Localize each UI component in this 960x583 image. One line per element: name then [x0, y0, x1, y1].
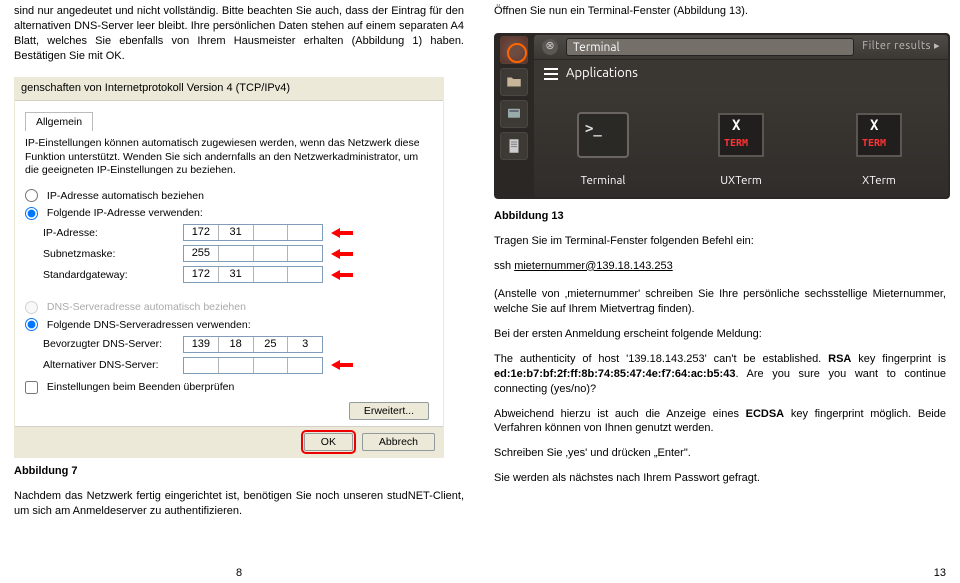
tcpip-dialog: genschaften von Internetprotokoll Versio…: [14, 77, 444, 458]
arrow-icon: [331, 227, 353, 239]
search-input[interactable]: Terminal: [566, 38, 854, 56]
dialog-hint: IP-Einstellungen können automatisch zuge…: [25, 137, 433, 176]
ok-button[interactable]: OK: [304, 433, 353, 451]
p-ecdsa: Abweichend hierzu ist auch die Anzeige e…: [494, 407, 946, 437]
radio-dns-auto: DNS-Serveradresse automatisch beziehen: [25, 300, 433, 314]
p-yes: Schreiben Sie ‚yes' und drücken „Enter".: [494, 446, 946, 461]
chk-verify[interactable]: [25, 381, 38, 394]
cancel-button[interactable]: Abbrech: [362, 433, 435, 451]
radio-ip-auto-label: IP-Adresse automatisch beziehen: [47, 190, 204, 202]
radio-dns-manual-input[interactable]: [25, 318, 38, 331]
category-applications: Applications: [533, 60, 949, 88]
uxterm-icon: [718, 113, 764, 157]
tile-terminal[interactable]: Terminal: [534, 103, 672, 189]
chk-row[interactable]: Einstellungen beim Beenden überprüfen: [25, 380, 433, 394]
close-icon[interactable]: ⊗: [542, 39, 558, 55]
gw-label: Standardgateway:: [43, 268, 183, 282]
arrow-icon: [331, 359, 353, 371]
ssh-link: mieternummer@139.18.143.253: [514, 260, 673, 272]
figure13-caption: Abbildung 13: [494, 209, 946, 224]
figure7-caption: Abbildung 7: [14, 464, 464, 479]
radio-ip-auto-input[interactable]: [25, 189, 38, 202]
dialog-title: genschaften von Internetprotokoll Versio…: [15, 78, 443, 101]
p-first: Bei der ersten Anmeldung erscheint folge…: [494, 327, 946, 342]
ip-row: IP-Adresse: 17231: [43, 224, 433, 241]
dns2-label: Alternativer DNS-Server:: [43, 358, 183, 372]
radio-ip-manual-input[interactable]: [25, 207, 38, 220]
radio-ip-auto[interactable]: IP-Adresse automatisch beziehen: [25, 189, 433, 203]
ubuntu-dash: ⊗ Terminal Filter results ▸ Applications…: [494, 33, 950, 199]
right-open: Öffnen Sie nun ein Terminal-Fenster (Abb…: [494, 4, 946, 19]
category-icon: [544, 68, 558, 80]
arrow-icon: [331, 269, 353, 281]
left-intro: sind nur angedeutet und nicht vollständi…: [14, 4, 464, 63]
files-icon[interactable]: [500, 68, 528, 96]
doc-icon[interactable]: [500, 132, 528, 160]
left-after: Nachdem das Netzwerk fertig eingerichtet…: [14, 489, 464, 519]
dash-icon[interactable]: [500, 36, 528, 64]
right-type-cmd: Tragen Sie im Terminal-Fenster folgenden…: [494, 234, 946, 249]
dns2-row: Alternativer DNS-Server:: [43, 357, 433, 374]
filter-results[interactable]: Filter results ▸: [862, 39, 940, 54]
arrow-icon: [331, 248, 353, 260]
radio-dns-auto-label: DNS-Serveradresse automatisch beziehen: [47, 301, 246, 313]
dns2-input[interactable]: [183, 357, 323, 374]
mask-label: Subnetzmaske:: [43, 247, 183, 261]
page-number-right: 13: [934, 567, 946, 579]
tile-uxterm[interactable]: UXTerm: [672, 103, 810, 189]
app-icon[interactable]: [500, 100, 528, 128]
radio-ip-manual-label: Folgende IP-Adresse verwenden:: [47, 207, 203, 219]
chk-verify-label: Einstellungen beim Beenden überprüfen: [47, 381, 234, 393]
ip-input[interactable]: 17231: [183, 224, 323, 241]
tab-allgemein[interactable]: Allgemein: [25, 112, 93, 131]
ssh-command: ssh mieternummer@139.18.143.253: [494, 259, 946, 274]
radio-ip-manual[interactable]: Folgende IP-Adresse verwenden:: [25, 206, 433, 220]
page-number-left: 8: [236, 567, 242, 579]
ubuntu-launcher: [498, 34, 530, 202]
dns1-row: Bevorzugter DNS-Server: 13918253: [43, 336, 433, 353]
gw-input[interactable]: 17231: [183, 266, 323, 283]
terminal-icon: [577, 112, 629, 158]
radio-dns-manual[interactable]: Folgende DNS-Serveradressen verwenden:: [25, 318, 433, 332]
mask-input[interactable]: 255: [183, 245, 323, 262]
radio-dns-manual-label: Folgende DNS-Serveradressen verwenden:: [47, 319, 251, 331]
p-pw: Sie werden als nächstes nach Ihrem Passw…: [494, 471, 946, 486]
tile-xterm[interactable]: XTerm: [810, 103, 948, 189]
p-anstelle: (Anstelle von ‚mieternummer' schreiben S…: [494, 287, 946, 317]
dns1-input[interactable]: 13918253: [183, 336, 323, 353]
search-bar: ⊗ Terminal Filter results ▸: [533, 34, 949, 60]
category-label: Applications: [566, 65, 638, 83]
tile-uxterm-label: UXTerm: [720, 174, 762, 187]
tile-xterm-label: XTerm: [862, 174, 896, 187]
xterm-icon: [856, 113, 902, 157]
ip-label: IP-Adresse:: [43, 226, 183, 240]
advanced-button[interactable]: Erweitert...: [349, 402, 429, 420]
radio-dns-auto-input: [25, 301, 38, 314]
p-auth: The authenticity of host '139.18.143.253…: [494, 352, 946, 397]
mask-row: Subnetzmaske: 255: [43, 245, 433, 262]
tile-terminal-label: Terminal: [581, 174, 626, 187]
gw-row: Standardgateway: 17231: [43, 266, 433, 283]
dns1-label: Bevorzugter DNS-Server:: [43, 337, 183, 351]
